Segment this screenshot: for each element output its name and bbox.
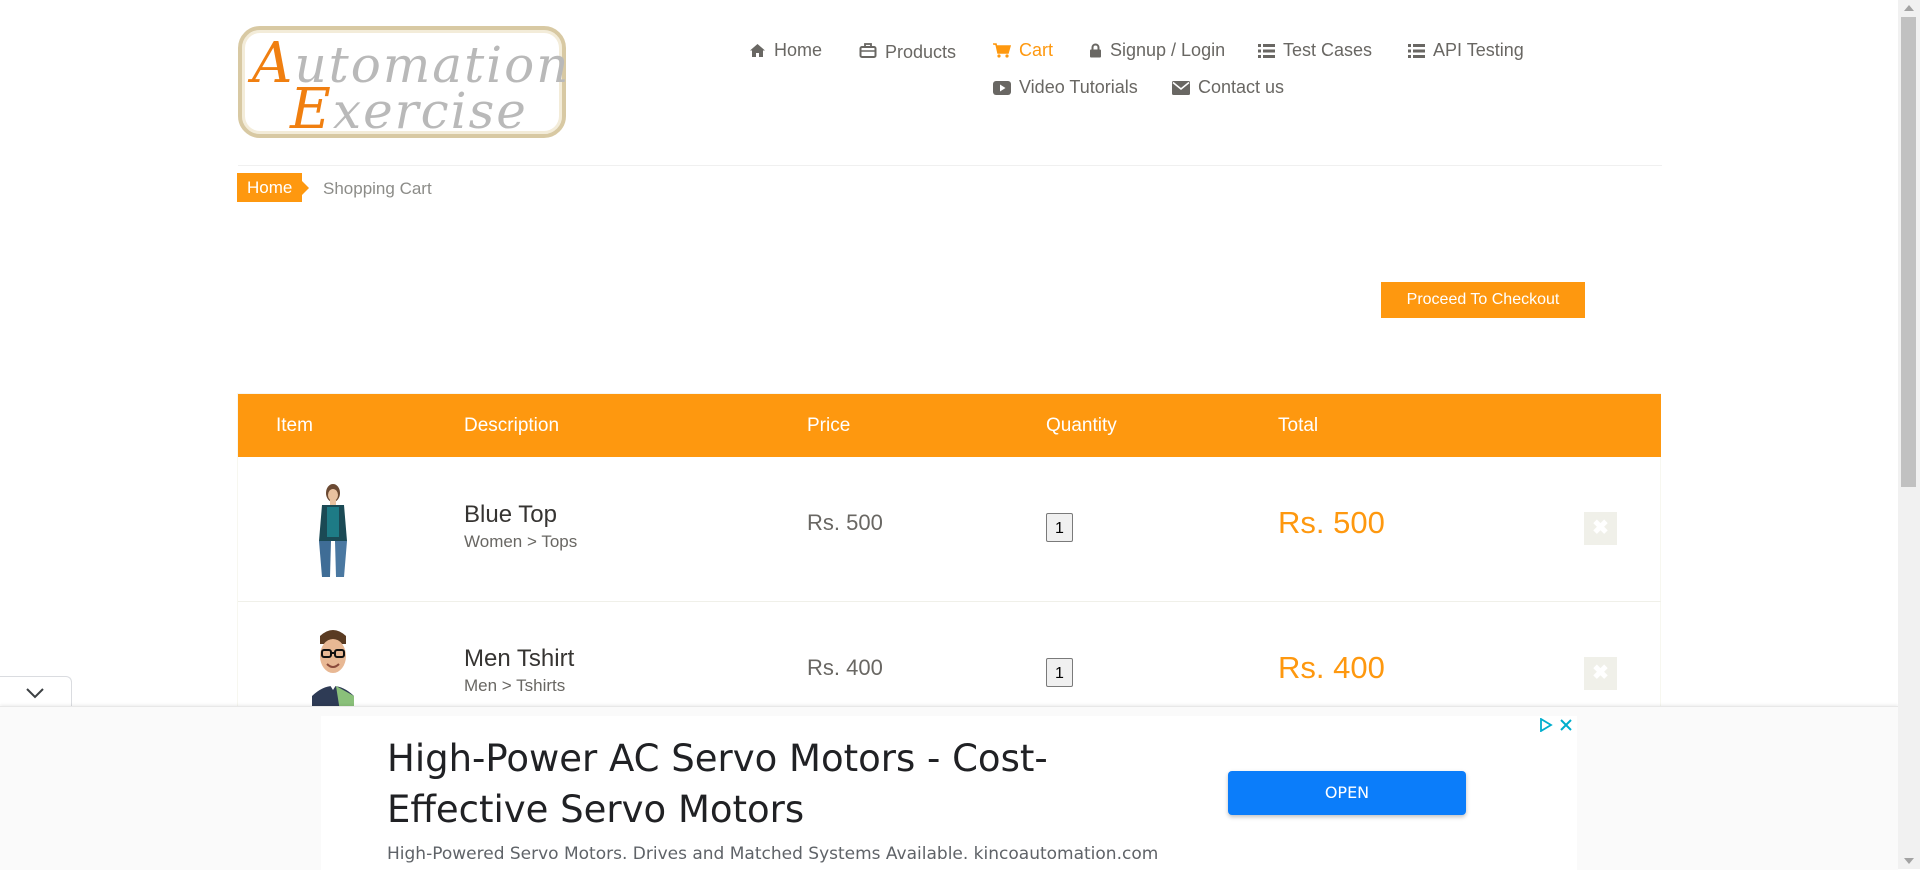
quantity-button[interactable]: 1: [1046, 513, 1073, 542]
page-scrollbar[interactable]: [1898, 0, 1920, 869]
nav-products[interactable]: Products: [859, 40, 957, 62]
nav-test-cases[interactable]: Test Cases: [1258, 40, 1372, 61]
nav-api-testing-label: API Testing: [1433, 40, 1524, 60]
header-item: Item: [276, 415, 313, 436]
scrollbar-thumb[interactable]: [1901, 17, 1916, 487]
product-description: Blue Top Women > Tops: [464, 501, 577, 552]
nav-signup-login-label: Signup / Login: [1110, 40, 1226, 60]
envelope-icon: [1172, 80, 1190, 95]
product-image-blue-top[interactable]: [298, 481, 368, 579]
product-total: Rs. 400: [1278, 650, 1385, 685]
page: Automation Exercise Home Products Cart S…: [0, 0, 1898, 870]
nav-video-tutorials[interactable]: Video Tutorials: [993, 77, 1138, 98]
list-icon: [1408, 43, 1425, 58]
scroll-down-arrow-icon[interactable]: [1904, 858, 1914, 864]
nav-contact-us[interactable]: Contact us: [1172, 77, 1284, 98]
delete-item-button[interactable]: ✖: [1584, 512, 1617, 545]
header-description: Description: [464, 415, 560, 436]
delete-item-button[interactable]: ✖: [1584, 657, 1617, 690]
product-category: Men > Tshirts: [464, 676, 566, 695]
product-description: Men Tshirt Men > Tshirts: [464, 645, 574, 696]
product-price: Rs. 500: [807, 510, 883, 535]
breadcrumb-current: Shopping Cart: [323, 179, 432, 198]
ad-choices-icon[interactable]: [1539, 718, 1553, 732]
ad-description[interactable]: High-Powered Servo Motors. Drives and Ma…: [387, 844, 1158, 864]
header-price: Price: [807, 415, 851, 436]
product-price: Rs. 400: [807, 655, 883, 680]
product-total: Rs. 500: [1278, 505, 1385, 540]
product-name[interactable]: Blue Top: [464, 501, 577, 529]
product-name[interactable]: Men Tshirt: [464, 645, 574, 673]
nav-home[interactable]: Home: [749, 40, 822, 61]
site-logo[interactable]: Automation Exercise: [238, 26, 568, 142]
header-quantity: Quantity: [1046, 415, 1117, 436]
cart-icon: [993, 43, 1011, 58]
ad-open-button[interactable]: OPEN: [1228, 771, 1466, 815]
nav-api-testing[interactable]: API Testing: [1408, 40, 1524, 61]
product-category: Women > Tops: [464, 532, 578, 551]
briefcase-icon: [859, 43, 877, 58]
breadcrumb-home[interactable]: Home: [237, 173, 310, 202]
nav-products-label: Products: [885, 42, 957, 62]
nav-signup-login[interactable]: Signup / Login: [1089, 40, 1225, 61]
ad-banner: High-Power AC Servo Motors - Cost-Effect…: [0, 706, 1898, 870]
scroll-up-arrow-icon[interactable]: [1904, 5, 1914, 11]
ad-content[interactable]: High-Power AC Servo Motors - Cost-Effect…: [321, 716, 1577, 870]
logo-line-2: Exercise: [290, 77, 528, 142]
nav-video-tutorials-label: Video Tutorials: [1019, 77, 1138, 97]
header-total: Total: [1278, 415, 1319, 436]
cart-row: Blue Top Women > Tops Rs. 500 1 Rs. 500 …: [238, 457, 1661, 602]
close-icon[interactable]: [1559, 718, 1573, 732]
nav-home-label: Home: [774, 40, 823, 60]
ad-title[interactable]: High-Power AC Servo Motors - Cost-Effect…: [387, 733, 1127, 835]
quantity-button[interactable]: 1: [1046, 658, 1073, 687]
nav-cart[interactable]: Cart: [993, 40, 1053, 61]
nav-test-cases-label: Test Cases: [1283, 40, 1373, 60]
header-divider: [238, 165, 1662, 166]
list-icon: [1258, 43, 1275, 58]
home-icon: [750, 44, 765, 57]
youtube-play-icon: [993, 80, 1011, 95]
lock-icon: [1090, 43, 1101, 58]
cart-table-header: Item Description Price Quantity Total: [238, 394, 1661, 457]
nav-contact-us-label: Contact us: [1198, 77, 1285, 97]
ad-collapse-button[interactable]: [0, 676, 72, 706]
ad-controls: [1539, 718, 1573, 732]
proceed-to-checkout-button[interactable]: Proceed To Checkout: [1381, 282, 1585, 318]
chevron-down-icon: [26, 688, 44, 699]
nav-cart-label: Cart: [1019, 40, 1054, 60]
